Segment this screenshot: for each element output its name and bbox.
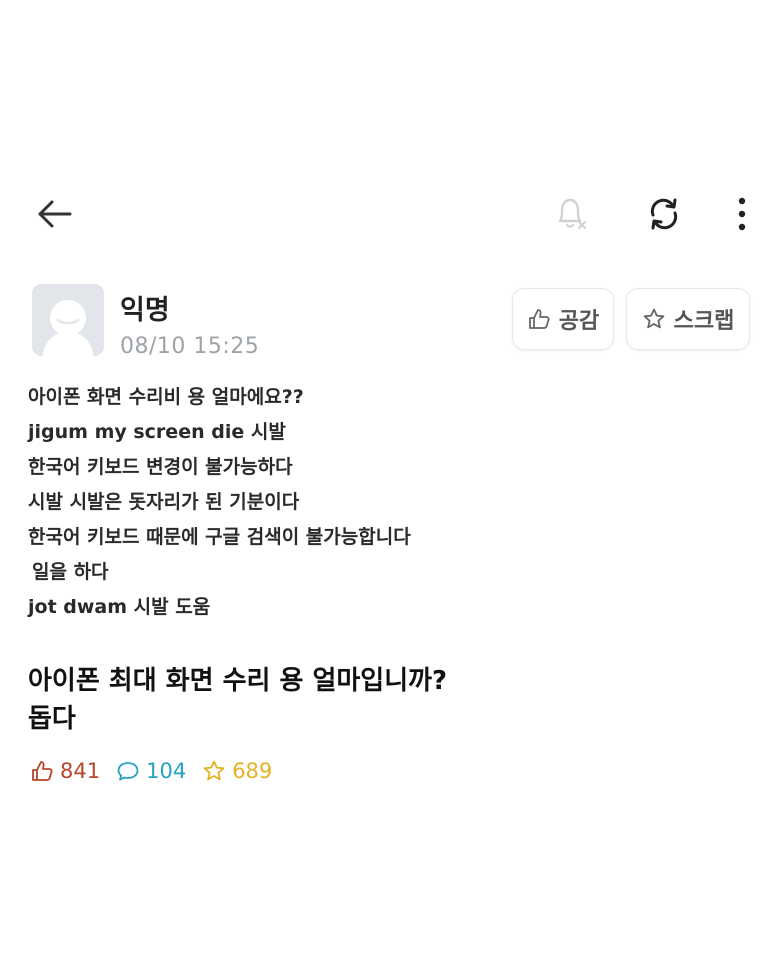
author-name: 익명 [120, 295, 170, 326]
scrap-count: 689 [202, 759, 272, 783]
like-button-label: 공감 [558, 309, 600, 334]
body-line: 한국어 키보드 변경이 불가능하다 [28, 456, 293, 478]
body-line: 시발 시발은 돗자리가 된 기분이다 [28, 491, 300, 513]
comment-count-value: 104 [146, 759, 187, 783]
post-body: 아이폰 화면 수리비 용 얼마에요?? jigum my screen die … [28, 380, 728, 625]
star-icon [643, 308, 664, 329]
like-count-value: 841 [60, 759, 101, 783]
comment-bubble-icon [117, 762, 139, 781]
body-line: 일을 하다 [32, 561, 109, 583]
body-line: jot dwam 시발 도움 [28, 596, 211, 618]
notification-toggle-button[interactable] [546, 190, 594, 238]
scrap-button-label: 스크랩 [673, 309, 735, 334]
comment-count: 104 [116, 759, 186, 783]
thumbs-up-icon [528, 309, 550, 329]
refresh-button[interactable] [640, 190, 688, 238]
thumbs-up-icon [32, 761, 53, 781]
top-toolbar [0, 186, 768, 242]
post-stats: 841 104 689 [30, 754, 288, 788]
bell-off-icon [558, 198, 586, 229]
vertical-dots-icon [738, 197, 746, 231]
default-avatar-icon [32, 284, 104, 356]
post-headline: 아이폰 최대 화면 수리 용 얼마입니까? 돕다 [28, 662, 728, 738]
headline-line: 아이폰 최대 화면 수리 용 얼마입니까? [28, 666, 448, 696]
body-line: jigum my screen die 시발 [28, 421, 286, 443]
headline-line: 돕다 [28, 704, 76, 734]
post-author: 익명 08/10 15:25 [32, 284, 492, 364]
scrap-button[interactable]: 스크랩 [626, 288, 750, 350]
scrap-count-value: 689 [232, 759, 273, 783]
back-button[interactable] [32, 194, 76, 234]
body-line: 한국어 키보드 때문에 구글 검색이 불가능합니다 [28, 526, 411, 548]
post-timestamp: 08/10 15:25 [120, 334, 260, 359]
star-icon [203, 760, 225, 781]
more-options-button[interactable] [722, 190, 762, 238]
like-count: 841 [30, 759, 100, 783]
refresh-icon [650, 198, 678, 230]
like-button[interactable]: 공감 [512, 288, 614, 350]
arrow-left-icon [38, 200, 72, 228]
body-line: 아이폰 화면 수리비 용 얼마에요?? [28, 386, 304, 408]
